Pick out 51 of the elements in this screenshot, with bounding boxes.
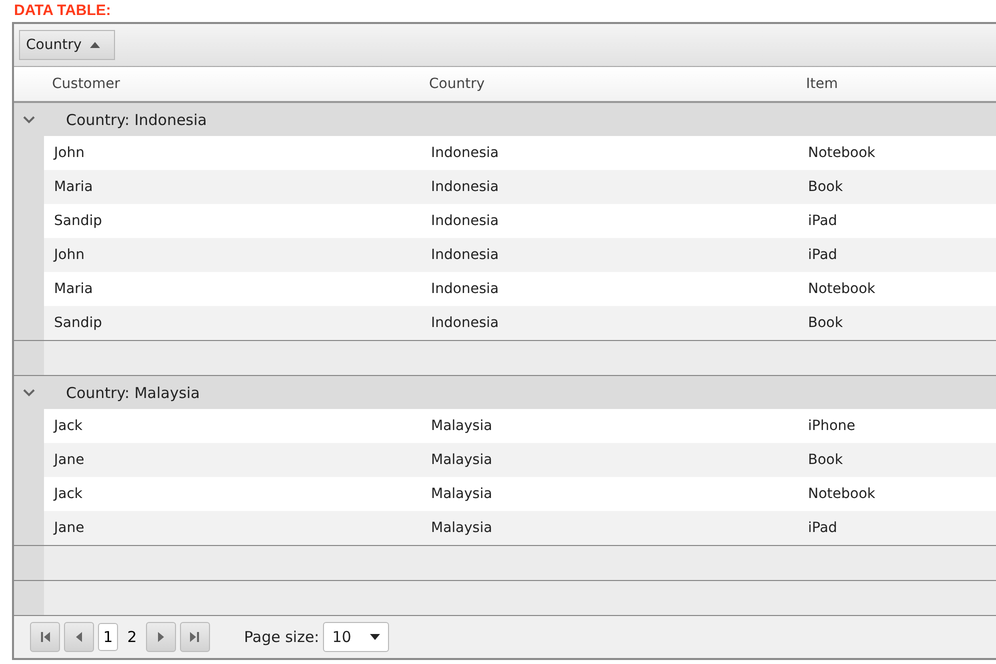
table-cell-text: Indonesia: [430, 145, 500, 161]
column-header[interactable]: Country: [421, 76, 798, 92]
page-number[interactable]: 2: [122, 623, 142, 651]
table-cell-text: Sandip: [53, 315, 104, 331]
last-page-icon: [189, 631, 201, 643]
table-cell-text: Jane: [52, 520, 86, 536]
table-cell-text: Book: [807, 452, 844, 468]
chevron-icon: [23, 388, 35, 396]
table-cell-text: Malaysia: [430, 418, 494, 434]
column-header[interactable]: Customer: [44, 76, 421, 92]
table-cell-text: Malaysia: [430, 452, 494, 468]
table-cell-text: Notebook: [807, 281, 876, 297]
sort-up-icon: [90, 42, 100, 48]
table-cell-text: Indonesia: [430, 315, 500, 331]
table-cell-text: Maria: [53, 281, 94, 297]
table-cell-text: Notebook: [807, 145, 876, 161]
table-cell-text: Indonesia: [430, 247, 500, 263]
table-cell-text: Malaysia: [430, 520, 494, 536]
dropdown-icon: [370, 634, 380, 640]
page-title: DATA TABLE:: [13, 1, 112, 21]
table-cell-text: Indonesia: [430, 179, 500, 195]
page-number[interactable]: 1: [98, 623, 118, 651]
page-size-label: Page size:: [244, 628, 320, 646]
table-cell-text: Notebook: [807, 486, 876, 502]
first-page-button[interactable]: [30, 622, 60, 652]
table-cell-text: Indonesia: [430, 281, 500, 297]
chevron-icon: [23, 116, 35, 124]
table-cell-text: Book: [807, 179, 844, 195]
table-cell-text: iPad: [807, 213, 838, 229]
table-cell-text: iPad: [807, 247, 838, 263]
table-cell-text: iPhone: [807, 418, 856, 434]
table-cell-text: Malaysia: [430, 486, 494, 502]
table-cell-text: Jack: [52, 486, 84, 502]
table-cell-text: John: [52, 145, 86, 161]
group-label: Country: Indonesia: [65, 110, 207, 128]
column-header[interactable]: Item: [798, 76, 996, 92]
group-chip[interactable]: Country: [19, 30, 115, 60]
last-page-button[interactable]: [180, 622, 210, 652]
next-page-button[interactable]: [146, 622, 176, 652]
table-cell-text: Jack: [52, 418, 84, 434]
group-label: Country: Malaysia: [65, 384, 200, 402]
page-size-select[interactable]: 10: [323, 622, 390, 652]
table-cell-text: Maria: [53, 179, 94, 195]
previous-page-button[interactable]: [64, 622, 94, 652]
table-cell-text: Indonesia: [430, 213, 500, 229]
table-cell-text: iPad: [807, 520, 838, 536]
table-cell-text: Sandip: [53, 213, 104, 229]
table-cell-text: Book: [807, 315, 844, 331]
first-page-icon: [39, 631, 51, 643]
table-cell-text: John: [52, 247, 86, 263]
table-cell-text: Jane: [52, 452, 86, 468]
